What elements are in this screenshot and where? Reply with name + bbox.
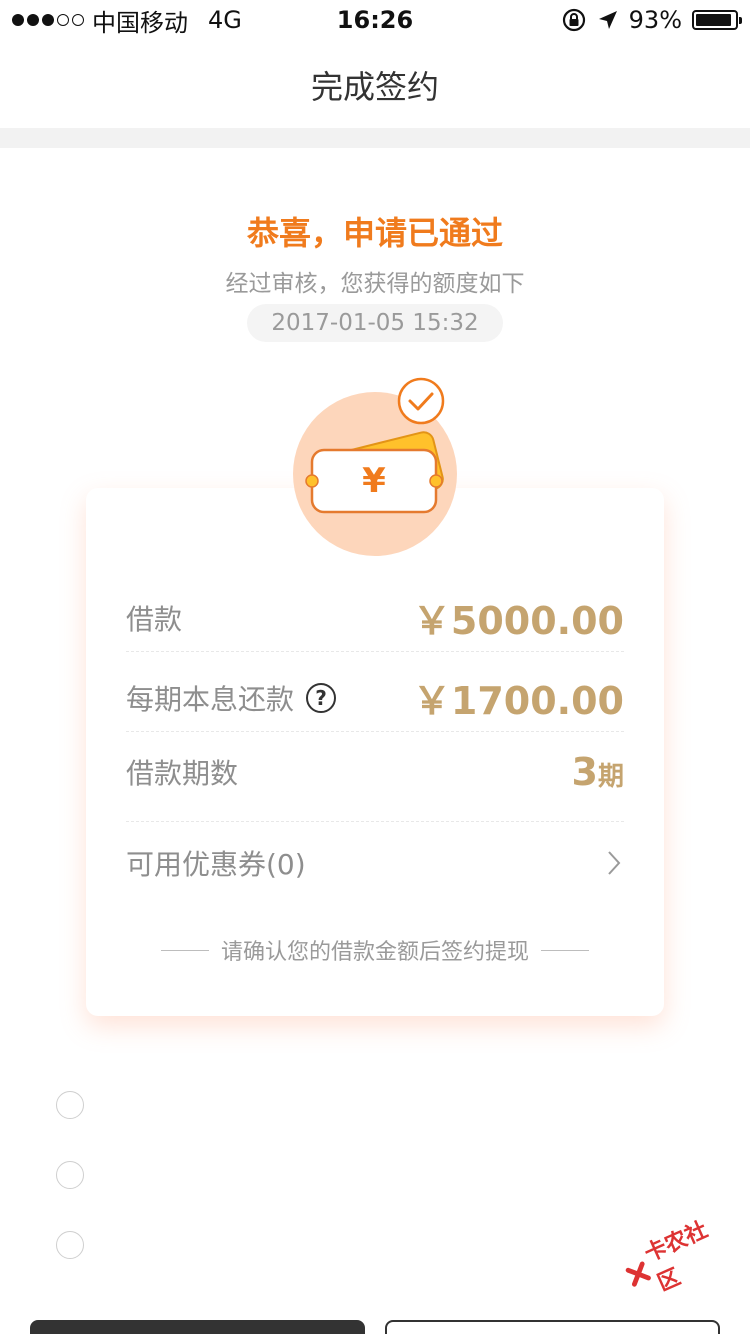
watermark-flag-icon: [625, 1261, 651, 1287]
installment-label: 每期本息还款: [126, 682, 295, 716]
status-left: 中国移动 4G: [12, 3, 242, 38]
watermark-logo: 卡农社区: [617, 1208, 740, 1304]
coupon-label: 可用优惠券(0): [126, 848, 306, 881]
secondary-action-button[interactable]: [385, 1320, 720, 1334]
agreement-radio-1[interactable]: [56, 1091, 84, 1119]
approval-timestamp: 2017-01-05 15:32: [247, 304, 503, 342]
check-badge-icon: [397, 377, 445, 425]
agreement-radio-2[interactable]: [56, 1161, 84, 1189]
confirm-note-text: 请确认您的借款金额后签约提现: [220, 940, 529, 965]
agreement-radio-3[interactable]: [56, 1231, 84, 1259]
battery-icon: [692, 10, 742, 30]
loan-amount-label: 借款: [126, 602, 183, 636]
approval-subtitle: 经过审核，您获得的额度如下: [225, 271, 525, 297]
status-bar: 中国移动 4G 16:26 93%: [0, 0, 750, 40]
status-right: 93%: [561, 6, 742, 34]
battery-percent: 93%: [628, 6, 682, 34]
location-arrow-icon: [598, 11, 617, 29]
installment-row: 每期本息还款 ? ￥1700.00: [126, 670, 624, 725]
row-divider: [126, 651, 624, 652]
carrier-name: 中国移动: [92, 8, 188, 37]
approval-heading: 恭喜，申请已通过: [246, 214, 503, 252]
primary-action-button[interactable]: [30, 1320, 365, 1334]
signal-strength-icon: [12, 14, 84, 26]
coupon-row[interactable]: 可用优惠券(0): [126, 838, 624, 888]
loan-amount-row: 借款 ￥5000.00: [126, 590, 624, 645]
network-type: 4G: [208, 6, 242, 34]
loan-amount-value: ￥5000.00: [412, 599, 624, 643]
loan-summary-card: 借款 ￥5000.00 每期本息还款 ? ￥1700.00 借款期数 3期 可用…: [86, 488, 664, 1016]
term-count-row: 借款期数 3期: [126, 750, 624, 794]
installment-value: ￥1700.00: [412, 679, 624, 723]
orientation-lock-icon: [562, 8, 585, 32]
row-divider: [126, 821, 624, 822]
nav-divider: [0, 128, 750, 148]
approved-money-illustration: ¥: [293, 377, 457, 556]
term-count-label: 借款期数: [126, 757, 239, 790]
term-count-value: 3期: [571, 750, 624, 794]
chevron-right-icon: [608, 851, 621, 875]
page-title: 完成签约: [310, 68, 439, 106]
help-question-icon[interactable]: ?: [306, 682, 337, 713]
row-divider: [126, 731, 624, 732]
yuan-symbol: ¥: [362, 461, 386, 501]
confirm-note: 请确认您的借款金额后签约提现: [86, 934, 664, 966]
watermark-text: 卡农社区: [641, 1217, 712, 1297]
